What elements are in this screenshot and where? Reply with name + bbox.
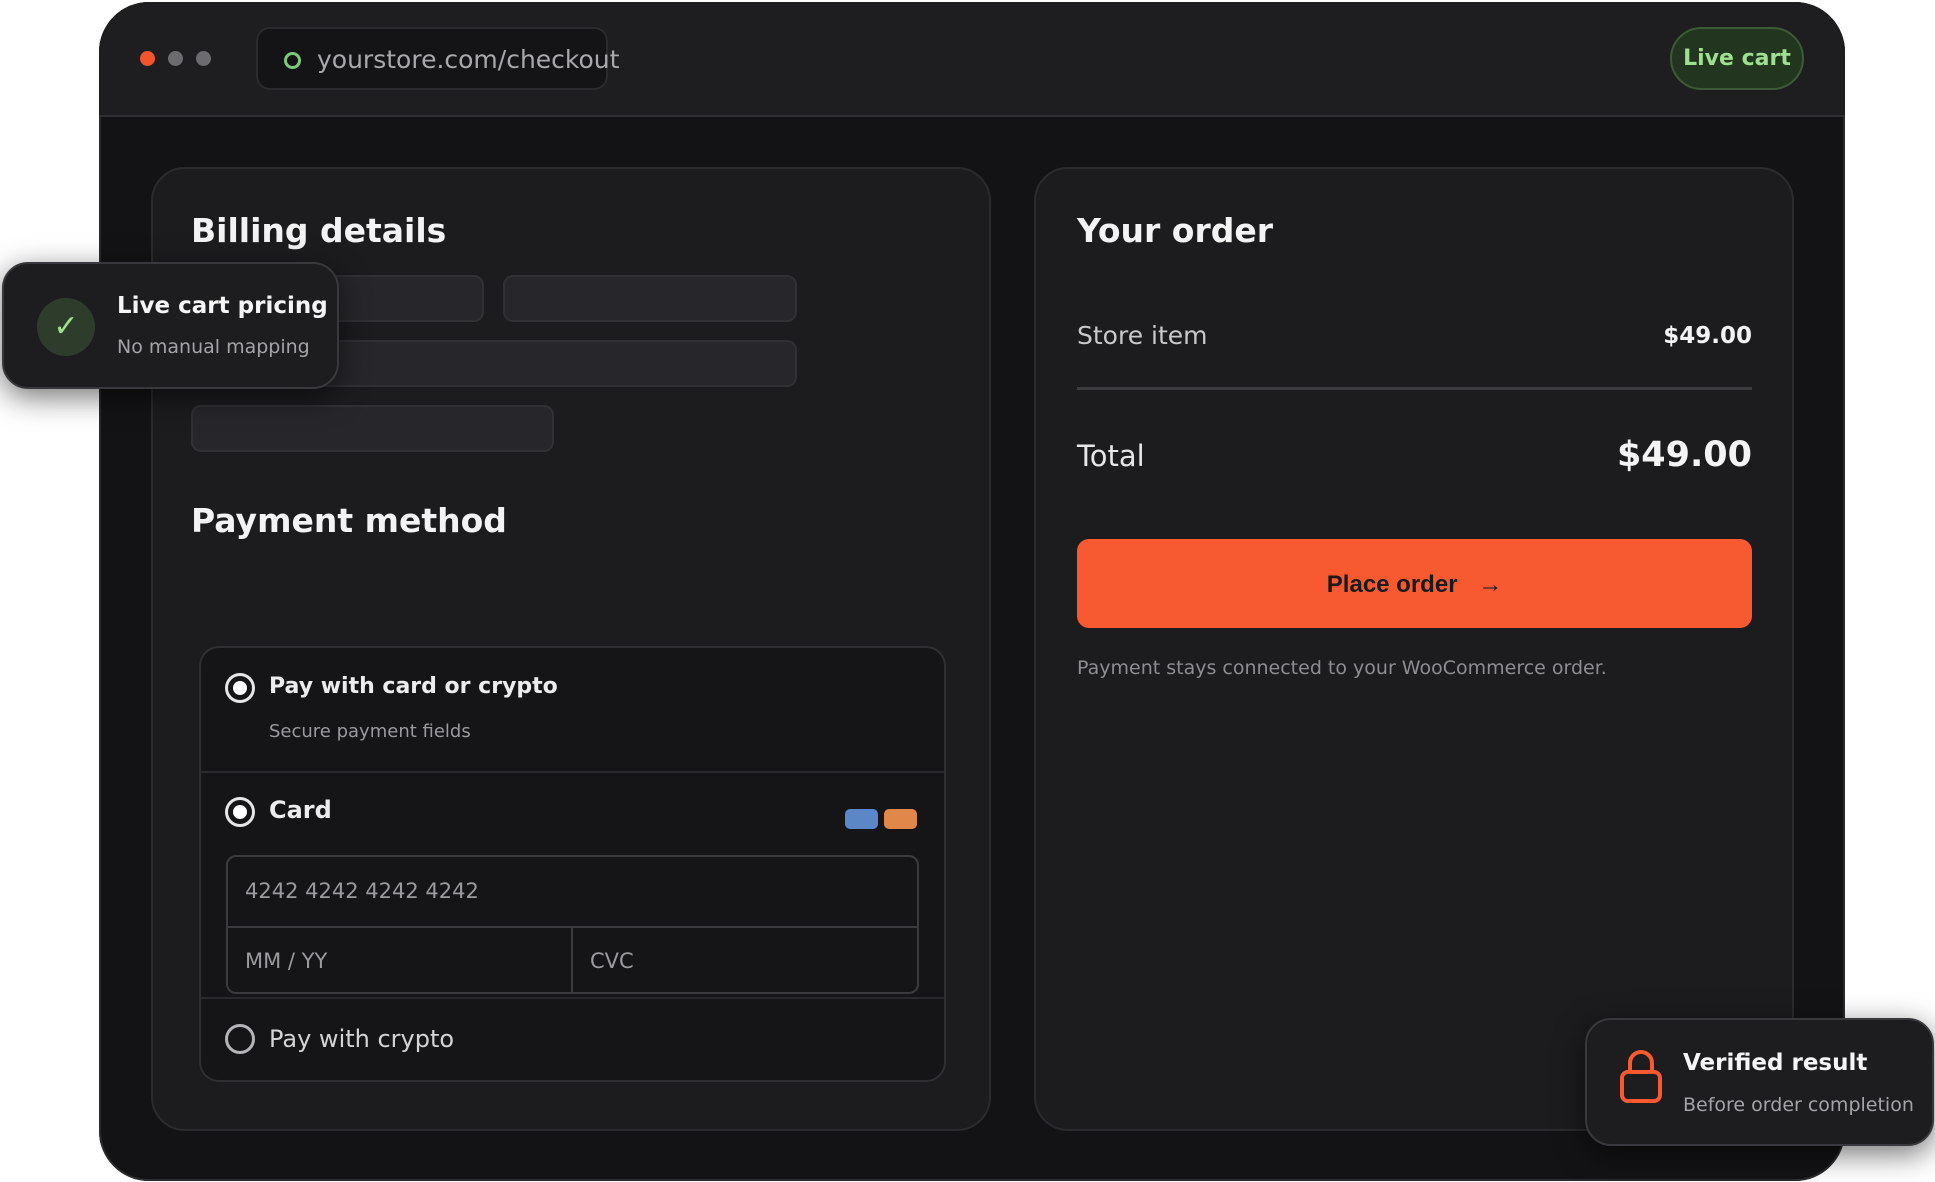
- browser-window: yourstore.com/checkout Live cart Billing…: [99, 2, 1845, 1181]
- order-total-row: Total $49.00: [1077, 433, 1752, 483]
- option-label: Pay with card or crypto: [269, 674, 558, 699]
- expiry-input[interactable]: [245, 943, 565, 979]
- payment-note: Payment stays connected to your WooComme…: [1077, 657, 1607, 679]
- live-pricing-toast: ✓ Live cart pricing No manual mapping: [2, 262, 339, 389]
- toast-title: Verified result: [1683, 1050, 1868, 1076]
- address-bar[interactable]: yourstore.com/checkout: [256, 27, 619, 90]
- total-value: $49.00: [1616, 435, 1752, 475]
- check-icon: ✓: [37, 298, 95, 356]
- last-name-field[interactable]: [503, 275, 797, 322]
- maximize-window-dot[interactable]: [196, 51, 211, 66]
- toast-subtitle: No manual mapping: [117, 336, 310, 358]
- radio-card[interactable]: [225, 797, 255, 827]
- payment-methods: Pay with card or crypto Secure payment f…: [199, 646, 946, 1082]
- radio-crypto[interactable]: [225, 1024, 255, 1054]
- order-title: Your order: [1077, 211, 1274, 250]
- secure-status-icon: [284, 52, 301, 69]
- place-order-button[interactable]: Place order →: [1077, 539, 1752, 628]
- live-cart-badge: Live cart: [1670, 27, 1804, 90]
- url-text: yourstore.com/checkout: [317, 45, 620, 74]
- card-brand-mastercard-icon: [884, 809, 917, 829]
- divider: [201, 997, 944, 999]
- option-label: Card: [269, 796, 332, 824]
- card-brand-visa-icon: [845, 809, 878, 829]
- title-bar: yourstore.com/checkout Live cart: [99, 2, 1845, 117]
- order-card: Your order Store item $49.00 Total $49.0…: [1034, 167, 1794, 1131]
- arrow-right-icon: →: [1478, 571, 1503, 598]
- payment-title: Payment method: [191, 501, 507, 540]
- order-item-row: Store item $49.00: [1077, 319, 1752, 359]
- verified-toast: Verified result Before order completion: [1585, 1018, 1934, 1146]
- item-label: Store item: [1077, 321, 1208, 350]
- cvc-input[interactable]: [590, 943, 890, 979]
- option-subtitle: Secure payment fields: [269, 721, 471, 742]
- lock-icon: [1619, 1048, 1663, 1104]
- radio-card-or-crypto[interactable]: [225, 673, 255, 703]
- divider: [201, 771, 944, 773]
- divider: [1077, 387, 1752, 390]
- place-order-label: Place order: [1326, 571, 1458, 598]
- card-number-input[interactable]: [245, 873, 895, 909]
- city-field[interactable]: [191, 405, 554, 452]
- toast-title: Live cart pricing: [117, 293, 328, 319]
- item-price: $49.00: [1663, 323, 1752, 349]
- minimize-window-dot[interactable]: [168, 51, 183, 66]
- card-fields: [226, 855, 919, 994]
- toast-subtitle: Before order completion: [1683, 1094, 1914, 1116]
- divider: [571, 926, 573, 992]
- billing-title: Billing details: [191, 211, 447, 250]
- total-label: Total: [1077, 439, 1145, 473]
- close-window-dot[interactable]: [140, 51, 155, 66]
- option-label: Pay with crypto: [269, 1025, 455, 1053]
